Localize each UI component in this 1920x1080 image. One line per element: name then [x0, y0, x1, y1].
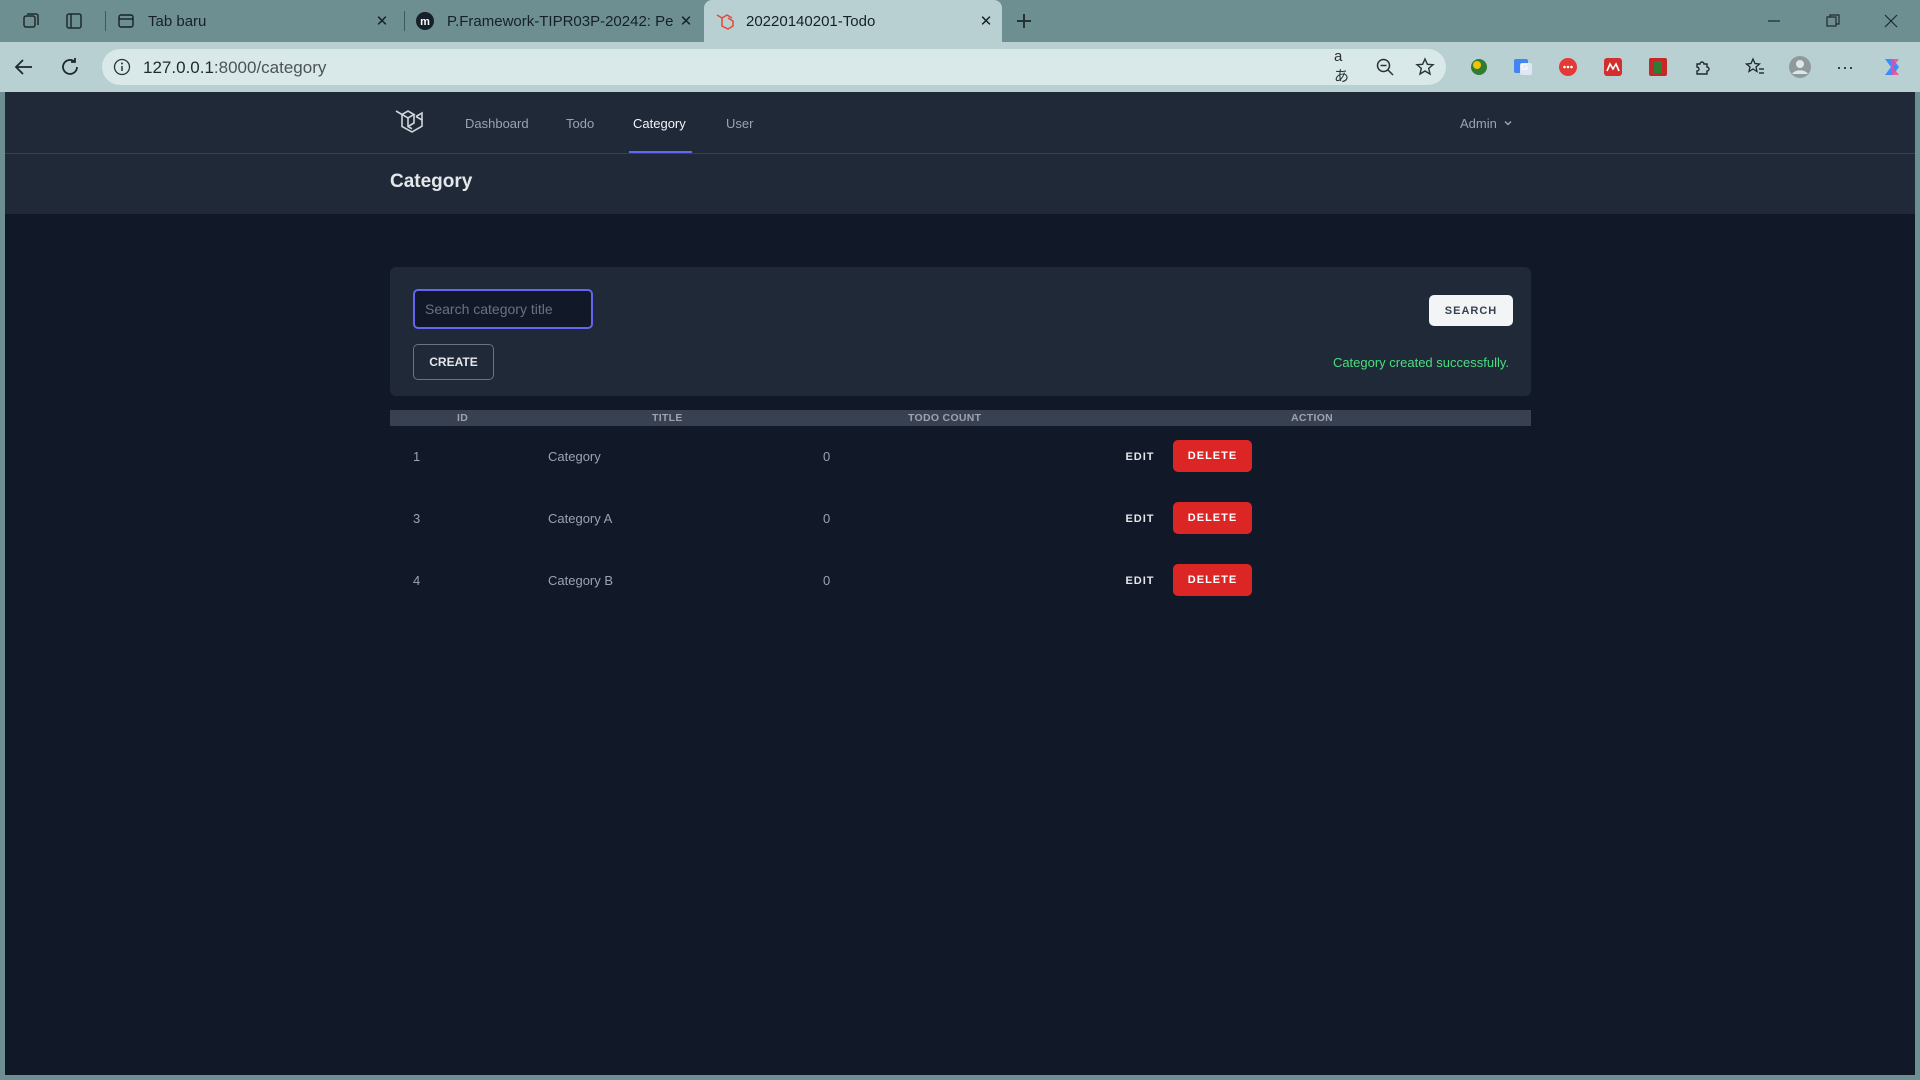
- edit-button[interactable]: EDIT: [1120, 504, 1160, 534]
- nav-category[interactable]: Category: [633, 116, 686, 131]
- extensions-puzzle-icon[interactable]: [1691, 55, 1715, 79]
- edit-button[interactable]: EDIT: [1120, 442, 1160, 472]
- table-row: 3 Category A 0 EDIT DELETE: [390, 488, 1531, 550]
- url-text: 127.0.0.1:8000/category: [143, 58, 327, 77]
- column-header-id: ID: [457, 412, 469, 424]
- nav-user[interactable]: User: [726, 116, 753, 131]
- laravel-icon: [714, 11, 734, 31]
- page-title: Category: [390, 171, 473, 192]
- tab-actions-icon[interactable]: [61, 8, 87, 34]
- back-arrow-icon[interactable]: [11, 54, 37, 80]
- minimize-icon[interactable]: [1761, 8, 1787, 34]
- toolbar-card: SEARCH CREATE Category created successfu…: [390, 267, 1531, 396]
- reload-icon[interactable]: [57, 54, 83, 80]
- category-table: ID TITLE TODO COUNT ACTION 1 Category 0 …: [390, 410, 1531, 612]
- active-nav-indicator: [629, 151, 692, 153]
- tab-moodle[interactable]: m P.Framework-TIPR03P-20242: Per ✕: [405, 0, 702, 42]
- chevron-down-icon: [1503, 116, 1513, 131]
- table-row: 1 Category 0 EDIT DELETE: [390, 426, 1531, 488]
- cell-todo-count: 0: [823, 449, 831, 464]
- table-row: 4 Category B 0 EDIT DELETE: [390, 550, 1531, 612]
- profile-avatar-icon[interactable]: [1788, 55, 1812, 79]
- delete-button[interactable]: DELETE: [1173, 440, 1252, 472]
- svg-text:m: m: [420, 16, 430, 28]
- chat-extension-icon[interactable]: [1556, 55, 1580, 79]
- tab-todo[interactable]: 20220140201-Todo ✕: [704, 0, 1002, 42]
- window-frame-left: [0, 92, 5, 1080]
- delete-button[interactable]: DELETE: [1173, 564, 1252, 596]
- tab-new-tab[interactable]: Tab baru ✕: [106, 0, 398, 42]
- more-menu-icon[interactable]: ···: [1833, 55, 1857, 79]
- new-tab-plus-icon[interactable]: [1011, 8, 1037, 34]
- cell-id: 4: [413, 573, 421, 588]
- create-button[interactable]: CREATE: [413, 344, 494, 380]
- laravel-logo-icon[interactable]: [393, 106, 425, 138]
- globe-extension-icon[interactable]: [1467, 55, 1491, 79]
- close-icon[interactable]: ✕: [674, 9, 698, 33]
- cell-todo-count: 0: [823, 511, 831, 526]
- cell-title: Category A: [548, 511, 613, 526]
- favorite-star-icon[interactable]: [1414, 56, 1436, 78]
- page-viewport: Dashboard Todo Category User Admin Categ…: [5, 92, 1915, 1075]
- user-name: Admin: [1460, 116, 1497, 131]
- success-message: Category created successfully.: [1332, 355, 1509, 370]
- column-header-action: ACTION: [1291, 412, 1334, 424]
- translate-icon[interactable]: aあ: [1334, 48, 1356, 85]
- favorites-list-icon[interactable]: [1743, 55, 1767, 79]
- top-navigation: Dashboard Todo Category User Admin: [5, 92, 1915, 154]
- tab-title: 20220140201-Todo: [746, 12, 876, 30]
- cell-todo-count: 0: [823, 573, 831, 588]
- workspaces-icon[interactable]: [18, 8, 44, 34]
- mendeley-extension-icon[interactable]: [1601, 55, 1625, 79]
- search-input[interactable]: [413, 289, 593, 329]
- page-header: Category: [5, 154, 1915, 214]
- user-menu[interactable]: Admin: [1460, 116, 1513, 131]
- close-icon[interactable]: ✕: [370, 9, 394, 33]
- newtab-icon: [116, 11, 136, 31]
- delete-button[interactable]: DELETE: [1173, 502, 1252, 534]
- zoom-out-icon[interactable]: [1374, 56, 1396, 78]
- restore-icon[interactable]: [1820, 8, 1846, 34]
- window-close-icon[interactable]: [1878, 8, 1904, 34]
- cell-title: Category: [548, 449, 601, 464]
- google-translate-icon[interactable]: G: [1511, 55, 1535, 79]
- download-extension-icon[interactable]: [1646, 55, 1670, 79]
- cell-id: 3: [413, 511, 421, 526]
- search-button[interactable]: SEARCH: [1429, 295, 1513, 326]
- nav-todo[interactable]: Todo: [566, 116, 594, 131]
- tab-title: P.Framework-TIPR03P-20242: Per: [447, 12, 674, 30]
- tab-title: Tab baru: [148, 12, 207, 30]
- cell-id: 1: [413, 449, 421, 464]
- cell-title: Category B: [548, 573, 614, 588]
- edit-button[interactable]: EDIT: [1120, 566, 1160, 596]
- browser-tab-bar: Tab baru ✕ m P.Framework-TIPR03P-20242: …: [0, 0, 1920, 42]
- svg-text:G: G: [1521, 62, 1528, 72]
- column-header-title: TITLE: [652, 412, 683, 424]
- nav-dashboard[interactable]: Dashboard: [465, 116, 529, 131]
- column-header-todo-count: TODO COUNT: [908, 412, 982, 424]
- browser-address-bar: 127.0.0.1:8000/category aあ G ···: [0, 42, 1920, 92]
- window-frame-right: [1915, 92, 1920, 1080]
- table-header: ID TITLE TODO COUNT ACTION: [390, 410, 1531, 426]
- copilot-icon[interactable]: [1880, 55, 1904, 79]
- site-info-icon[interactable]: [112, 57, 132, 77]
- window-frame-bottom: [0, 1075, 1920, 1080]
- close-icon[interactable]: ✕: [974, 9, 998, 33]
- url-bar[interactable]: 127.0.0.1:8000/category aあ: [102, 48, 1446, 85]
- moodle-icon: m: [415, 11, 435, 31]
